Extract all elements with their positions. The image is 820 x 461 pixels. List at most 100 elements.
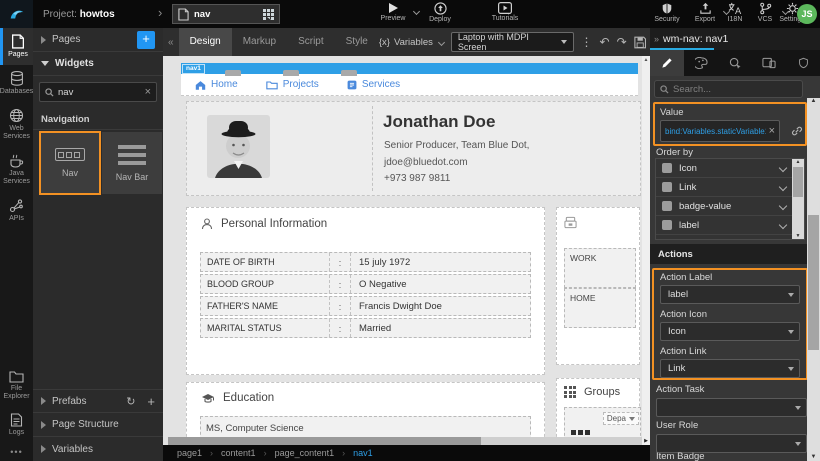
breadcrumb-page-content1[interactable]: page_content1 — [275, 448, 335, 458]
collapse-left-panel-icon[interactable]: « — [163, 37, 179, 48]
nav-link-projects[interactable]: Projects — [266, 79, 319, 90]
groups-row[interactable]: Depa — [564, 407, 641, 441]
action-label-select[interactable]: label — [660, 285, 800, 304]
page-structure-section-header[interactable]: Page Structure — [33, 413, 163, 437]
tab-properties[interactable] — [650, 50, 684, 76]
refresh-prefabs-icon[interactable]: ↻ — [126, 395, 135, 408]
contact-work-box[interactable]: WORK — [564, 248, 636, 288]
pages-section-header[interactable]: Pages + — [33, 28, 163, 52]
bind-link-icon[interactable] — [791, 125, 803, 137]
scrollbar-thumb[interactable] — [793, 167, 803, 197]
tab-style[interactable]: Style — [335, 28, 379, 56]
order-item-label[interactable]: label — [656, 216, 804, 235]
rail-item-java-services[interactable]: Java Services — [0, 147, 33, 192]
checkbox[interactable] — [662, 163, 672, 173]
rail-more-icon[interactable]: ••• — [0, 443, 33, 461]
order-item-badge-value[interactable]: badge-value — [656, 197, 804, 216]
chevron-down-icon[interactable] — [779, 221, 787, 229]
property-search-input[interactable] — [673, 84, 797, 95]
breadcrumb-page1[interactable]: page1 — [177, 448, 202, 458]
rail-item-web-services[interactable]: Web Services — [0, 102, 33, 147]
chevron-down-icon[interactable] — [779, 202, 787, 210]
preview-button[interactable]: Preview — [371, 2, 415, 22]
rail-item-logs[interactable]: Logs — [0, 407, 33, 443]
contact-home-box[interactable]: HOME — [564, 288, 636, 328]
tab-script[interactable]: Script — [287, 28, 335, 56]
action-link-select[interactable]: Link — [660, 359, 800, 378]
order-item-link[interactable]: Link — [656, 178, 804, 197]
rail-item-file-explorer[interactable]: File Explorer — [0, 364, 33, 407]
education-card[interactable]: Education MS, Computer Science — [186, 382, 545, 442]
checkbox[interactable] — [662, 220, 672, 230]
user-avatar[interactable]: JS — [797, 4, 817, 24]
chevron-down-icon[interactable] — [779, 183, 787, 191]
canvas-vertical-scrollbar[interactable]: ▲ — [642, 56, 650, 437]
contact-card[interactable]: WORK HOME — [556, 207, 640, 365]
save-icon[interactable] — [634, 36, 646, 49]
add-page-button[interactable]: + — [137, 31, 155, 49]
nav-item-drag-handle[interactable] — [341, 70, 357, 76]
variables-section-header[interactable]: Variables — [33, 437, 163, 461]
personal-info-card[interactable]: Personal Information DATE OF BIRTH : 15 … — [186, 207, 545, 375]
tab-markup[interactable]: Markup — [232, 28, 287, 56]
order-list-scrollbar[interactable]: ▲ ▼ — [792, 159, 804, 239]
collapse-right-panel-icon[interactable]: » — [650, 34, 663, 44]
property-search-box[interactable] — [654, 80, 803, 98]
nav-item-drag-handle[interactable] — [283, 70, 299, 76]
rail-item-pages[interactable]: Pages — [0, 28, 33, 65]
nav-link-services[interactable]: Services — [347, 79, 400, 90]
nav-link-home[interactable]: Home — [195, 79, 238, 90]
tab-security[interactable] — [786, 50, 820, 76]
action-task-select[interactable] — [656, 398, 807, 417]
widget-tile-nav[interactable]: Nav — [40, 132, 100, 194]
add-prefab-icon[interactable]: + — [147, 394, 155, 409]
table-row[interactable]: FATHER'S NAME : Francis Dwight Doe — [200, 296, 531, 316]
redo-icon[interactable]: ↷ — [617, 36, 627, 48]
page-grid-icon[interactable] — [263, 9, 274, 20]
scrollbar-thumb[interactable] — [168, 437, 481, 445]
tab-design[interactable]: Design — [179, 28, 232, 56]
widget-tile-nav-bar[interactable]: Nav Bar — [102, 132, 162, 194]
device-selector[interactable]: Laptop with MDPI Screen — [451, 32, 574, 52]
table-row[interactable]: MARITAL STATUS : Married — [200, 318, 531, 338]
order-item-icon[interactable]: Icon — [656, 159, 804, 178]
breadcrumb-content1[interactable]: content1 — [221, 448, 256, 458]
value-input[interactable]: bind:Variables.staticVariable1.dataSet × — [660, 120, 780, 142]
widget-search-value[interactable]: nav — [58, 87, 141, 98]
tab-events[interactable] — [718, 50, 752, 76]
groups-truncated-cell[interactable]: Depa — [603, 412, 639, 425]
tutorials-button[interactable]: Tutorials — [483, 2, 527, 22]
chevron-down-icon[interactable] — [779, 164, 787, 172]
more-options-icon[interactable]: ⋮ — [581, 36, 593, 48]
clear-value-icon[interactable]: × — [769, 125, 775, 137]
page-selector[interactable]: nav — [172, 4, 280, 24]
widgets-section-header[interactable]: Widgets — [33, 52, 163, 76]
scrollbar-thumb[interactable] — [808, 215, 819, 350]
widget-search-box[interactable]: nav × — [39, 82, 157, 102]
actions-section-header[interactable]: Actions — [650, 244, 807, 264]
panel-scrollbar[interactable]: ▲ ▼ — [807, 98, 820, 461]
breadcrumb-nav1[interactable]: nav1 — [353, 448, 373, 458]
canvas-scroll-right-icon[interactable]: ▶ — [642, 437, 650, 445]
wavemaker-logo[interactable] — [0, 0, 33, 28]
tab-styles[interactable] — [684, 50, 718, 76]
profile-card[interactable]: Jonathan Doe Senior Producer, Team Blue … — [186, 101, 641, 196]
action-icon-select[interactable]: Icon — [660, 322, 800, 341]
deploy-button[interactable]: Deploy — [418, 2, 462, 23]
groups-card[interactable]: Groups Depa — [556, 378, 640, 442]
checkbox[interactable] — [662, 201, 672, 211]
clear-search-icon[interactable]: × — [145, 86, 151, 98]
nav1-selection-bar[interactable]: nav1 — [181, 63, 638, 74]
page-file-icon — [178, 8, 189, 21]
rail-item-databases[interactable]: Databases — [0, 65, 33, 102]
checkbox[interactable] — [662, 182, 672, 192]
rail-item-apis[interactable]: APIs — [0, 192, 33, 229]
table-row[interactable]: DATE OF BIRTH : 15 july 1972 — [200, 252, 531, 272]
table-row[interactable]: BLOOD GROUP : O Negative — [200, 274, 531, 294]
tab-devices[interactable] — [752, 50, 786, 76]
nav-item-drag-handle[interactable] — [225, 70, 241, 76]
variables-button[interactable]: {x} Variables — [379, 37, 444, 48]
canvas-horizontal-scrollbar[interactable] — [168, 437, 642, 445]
prefabs-section-header[interactable]: Prefabs ↻ + — [33, 389, 163, 413]
undo-icon[interactable]: ↶ — [600, 36, 610, 48]
